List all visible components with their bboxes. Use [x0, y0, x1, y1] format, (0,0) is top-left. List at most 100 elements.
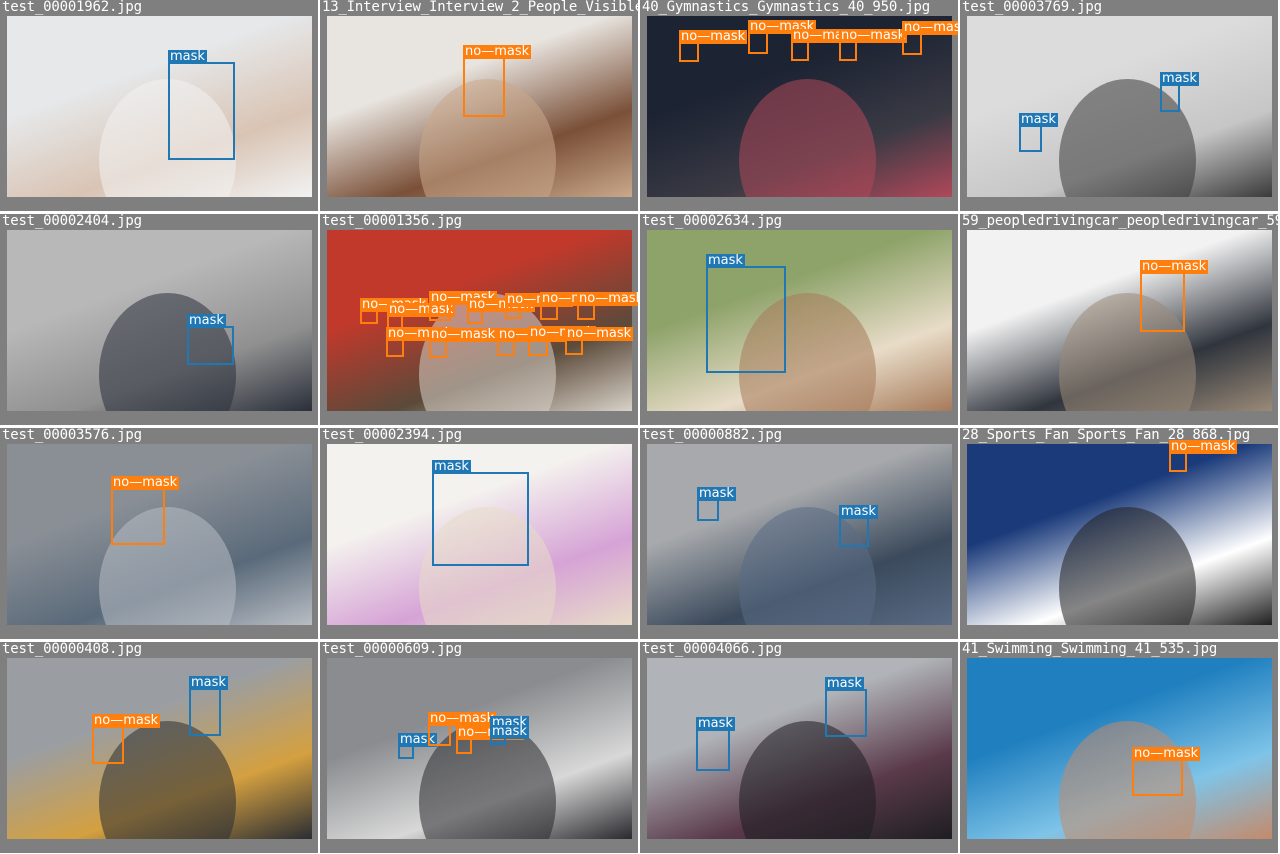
- detection-label: no—mask: [463, 44, 532, 59]
- photo-area: [7, 230, 312, 411]
- photo-area: [967, 16, 1272, 197]
- tile-filename: 13_Interview_Interview_2_People_Visible_: [322, 0, 638, 15]
- image-tile: test_00000882.jpgmask mask: [640, 428, 958, 639]
- tile-filename: 40_Gymnastics_Gymnastics_40_950.jpg: [642, 0, 931, 15]
- detection-box-mask: mask: [398, 733, 437, 759]
- photo-area: [7, 658, 312, 839]
- detection-label: mask: [490, 724, 529, 739]
- detection-label: no—mask: [429, 327, 498, 342]
- image-tile: 41_Swimming_Swimming_41_535.jpg no—mask: [960, 642, 1278, 853]
- detection-box-no-mask: no—mask: [748, 20, 817, 54]
- photo-area: [967, 230, 1272, 411]
- photo-area: [647, 444, 952, 625]
- detection-box-no-mask: no—mask: [92, 714, 161, 764]
- photo-area: [7, 16, 312, 197]
- detection-label: no—mask: [839, 28, 908, 43]
- detection-box-no-mask: no—mask: [839, 29, 908, 61]
- detection-box-no-mask: no—mask: [540, 292, 609, 320]
- detection-box-no-mask: no—mask: [565, 327, 634, 355]
- detection-label: mask: [1019, 112, 1058, 127]
- image-tile: 59_peopledrivingcar_peopledrivingcar_59n…: [960, 214, 1278, 425]
- tile-filename: test_00004066.jpg: [642, 642, 782, 657]
- detection-box-mask: mask: [839, 505, 878, 547]
- detection-label: no—mask: [1169, 439, 1238, 454]
- photo-area: [967, 444, 1272, 625]
- detection-box-mask: mask: [697, 487, 736, 521]
- image-tile: test_00000408.jpgmask no—mask: [0, 642, 318, 853]
- image-tile: test_00001356.jpg no—mask no—mask no—mask no…: [320, 214, 638, 425]
- photo-subject: [738, 79, 876, 197]
- detection-box-no-mask: no—mask: [902, 21, 958, 55]
- detection-box-no-mask: no—mask: [1169, 440, 1238, 472]
- detection-label: no—mask: [1132, 746, 1201, 761]
- detection-box-no-mask: no—mask: [505, 293, 574, 319]
- detection-label: mask: [839, 504, 878, 519]
- detection-box-no-mask: no—mask: [428, 712, 497, 746]
- detection-label: no—mask: [679, 29, 748, 44]
- detection-box-no-mask: no—mask: [577, 292, 638, 320]
- detection-label: no—mask: [565, 326, 634, 341]
- detection-box-no-mask: no—mask: [463, 45, 532, 117]
- detection-box-no-mask: no—mask: [111, 476, 180, 545]
- photo-subject: [1058, 507, 1196, 625]
- tile-filename: test_00000408.jpg: [2, 642, 142, 657]
- detection-box-no-mask: no—mask: [497, 328, 566, 356]
- detection-label: no—mask: [111, 475, 180, 490]
- tile-filename: test_00001356.jpg: [322, 214, 462, 229]
- detection-box-mask: mask: [187, 314, 234, 365]
- detection-box-mask: mask: [1160, 72, 1199, 112]
- detection-label: no—mask: [428, 711, 497, 726]
- image-tile: test_00002404.jpgmask: [0, 214, 318, 425]
- detection-label: mask: [696, 716, 735, 731]
- tile-filename: test_00003576.jpg: [2, 428, 142, 443]
- tile-filename: test_00002394.jpg: [322, 428, 462, 443]
- detection-box-no-mask: no—mask: [429, 291, 498, 321]
- photo-area: [327, 658, 632, 839]
- image-tile: test_00004066.jpgmask mask: [640, 642, 958, 853]
- detection-label: no—mask: [92, 713, 161, 728]
- detection-label: mask: [706, 253, 745, 268]
- detection-box-mask: mask: [432, 460, 529, 566]
- tile-filename: test_00000882.jpg: [642, 428, 782, 443]
- photo-subject: [738, 721, 876, 839]
- detection-box-mask: mask: [168, 50, 235, 160]
- detection-label: mask: [432, 459, 471, 474]
- photo-area: [647, 230, 952, 411]
- detection-box-no-mask: no—mask: [1140, 260, 1209, 332]
- detection-box-no-mask: no—mask: [528, 326, 597, 356]
- tile-filename: test_00002404.jpg: [2, 214, 142, 229]
- detection-box-mask: mask: [706, 254, 786, 373]
- image-tile: test_00000609.jpgmaskno—maskno—maskmaskm…: [320, 642, 638, 853]
- image-tile: test_00001962.jpgmask: [0, 0, 318, 211]
- detection-box-no-mask: no—mask: [456, 726, 525, 754]
- detection-label: no—mask: [902, 21, 958, 35]
- tile-filename: test_00001962.jpg: [2, 0, 142, 15]
- image-tile: 28_Sports_Fan_Sports_Fan_28_868.jpg no—ma…: [960, 428, 1278, 639]
- detection-box-no-mask: no—mask: [467, 298, 536, 324]
- image-tile: test_00003576.jpg no—mask: [0, 428, 318, 639]
- detection-label: mask: [1160, 71, 1199, 86]
- detection-label: mask: [189, 675, 228, 690]
- photo-area: [647, 658, 952, 839]
- image-mosaic: test_00001962.jpgmask 13_Interview_Interv…: [0, 0, 1280, 854]
- detection-box-mask: mask: [825, 677, 867, 737]
- tile-filename: test_00003769.jpg: [962, 0, 1102, 15]
- detection-box-mask: mask: [189, 676, 228, 736]
- detection-box-no-mask: no—mask: [791, 29, 860, 61]
- tile-filename: test_00000609.jpg: [322, 642, 462, 657]
- tile-filename: 59_peopledrivingcar_peopledrivingcar_59: [962, 214, 1278, 229]
- detection-box-mask: mask: [696, 717, 735, 771]
- image-tile: test_00003769.jpgmask mask: [960, 0, 1278, 211]
- detection-box-mask: mask: [1019, 113, 1058, 152]
- image-tile: 40_Gymnastics_Gymnastics_40_950.jpg no—ma…: [640, 0, 958, 211]
- detection-label: mask: [168, 49, 207, 64]
- detection-label: mask: [187, 313, 226, 328]
- detection-box-no-mask: no—mask: [1132, 747, 1201, 796]
- tile-filename: test_00002634.jpg: [642, 214, 782, 229]
- detection-label: no—mask: [1140, 259, 1209, 274]
- photo-area: [967, 658, 1272, 839]
- image-tile: test_00002634.jpgmask: [640, 214, 958, 425]
- image-tile: test_00002394.jpgmask: [320, 428, 638, 639]
- detection-box-no-mask: no—mask: [360, 298, 429, 324]
- detection-label: mask: [825, 676, 864, 691]
